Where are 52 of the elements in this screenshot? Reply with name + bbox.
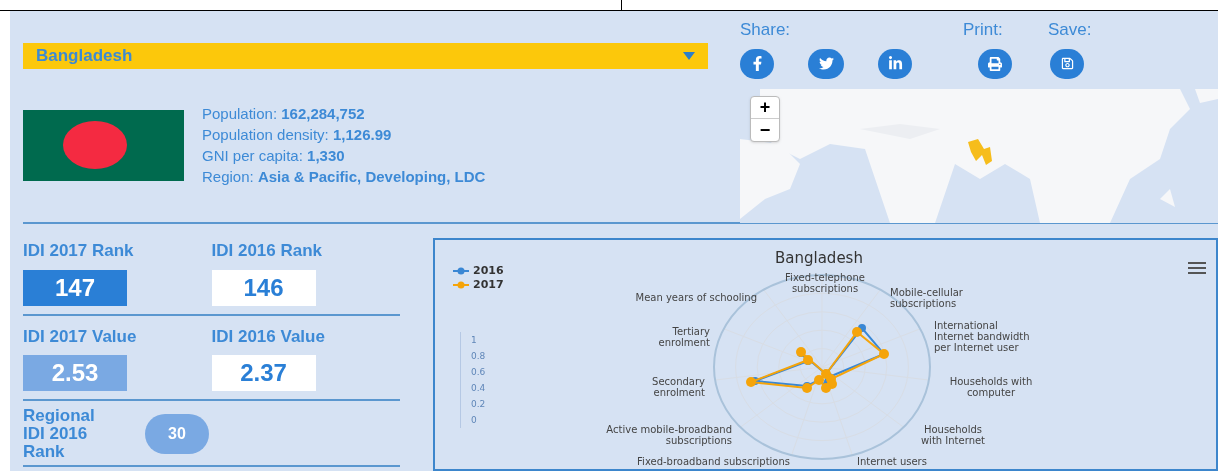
axis-label: Mobile-cellular subscriptions (890, 287, 964, 309)
save-label: Save: (1048, 19, 1092, 41)
stat-line: GNI per capita: 1,330 (202, 146, 346, 166)
zoom-out-button[interactable]: − (751, 118, 779, 141)
metric-value: 2.37 (211, 355, 316, 391)
scale-value: 0.8 (471, 350, 486, 363)
scale-value: 1 (471, 334, 478, 347)
legend-item[interactable]: 2016 (453, 264, 504, 278)
print-label: Print: (963, 19, 1004, 41)
metric-label: IDI 2017 Rank (23, 240, 135, 262)
axis-label: Mean years of schooling (634, 292, 757, 303)
twitter-button[interactable] (808, 48, 844, 79)
stat-line: Region: Asia & Pacific, Developing, LDC (202, 167, 486, 187)
legend-item[interactable]: 2017 (453, 278, 504, 292)
caret-icon (683, 52, 695, 60)
axis-label: Fixed-telephone subscriptions (784, 272, 866, 294)
axis-label: Secondary enrolment (651, 376, 705, 398)
save-button[interactable] (1050, 48, 1084, 79)
share-label: Share: (740, 19, 792, 41)
axis-label: Households with Internet (919, 424, 987, 446)
scale-value: 0.2 (471, 398, 486, 411)
axis-label: Active mobile-broadband subscriptions (605, 424, 732, 446)
chart-title: Bangladesh (775, 248, 863, 269)
linkedin-icon (887, 56, 903, 71)
regional-rank-label: Regional IDI 2016 Rank (23, 407, 96, 461)
linkedin-button[interactable] (878, 48, 912, 79)
legend-marker-icon (453, 281, 469, 289)
scale-value: 0.6 (471, 366, 486, 379)
print-button[interactable] (978, 48, 1012, 79)
facebook-button[interactable] (740, 48, 774, 79)
axis-label: Tertiary enrolment (657, 326, 710, 348)
scale-value: 0.4 (471, 382, 486, 395)
stat-line: Population density: 1,126.99 (202, 125, 393, 145)
menu-icon[interactable] (1188, 262, 1206, 274)
metric-value: 2.53 (23, 355, 127, 391)
scale-value: 0 (471, 414, 478, 427)
regional-rank-badge: 30 (145, 414, 209, 454)
axis-label: Households with computer (948, 376, 1034, 398)
legend-marker-icon (453, 267, 469, 275)
metric-label: IDI 2016 Value (211, 325, 326, 348)
bird-icon (818, 56, 834, 71)
axis-label: Fixed-broadband subscriptions (636, 456, 790, 467)
metric-value: 147 (23, 269, 127, 306)
metric-label: IDI 2016 Rank (211, 240, 324, 262)
printer-icon (988, 56, 1002, 71)
axis-label: International Internet bandwidth per Internet user (934, 320, 1031, 353)
axis-label: Internet users (857, 456, 928, 467)
zoom-in-button[interactable]: + (751, 96, 779, 119)
metric-label: IDI 2017 Value (23, 325, 138, 348)
stat-line: Population: 162,284,752 (202, 104, 366, 124)
metric-value: 146 (211, 269, 316, 306)
flag-icon (23, 109, 184, 181)
